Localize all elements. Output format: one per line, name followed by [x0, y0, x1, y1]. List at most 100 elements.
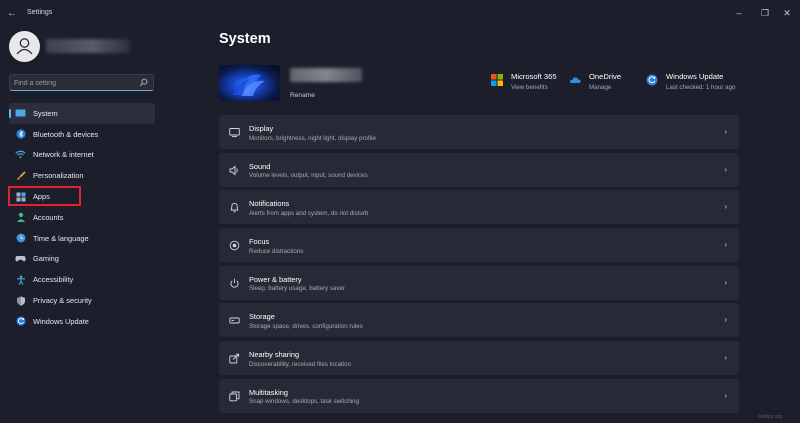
- close-icon[interactable]: ✕: [780, 6, 794, 20]
- card-title: Focus: [249, 237, 270, 247]
- tile-onedrive[interactable]: OneDrive Manage: [569, 72, 621, 93]
- card-nearby-sharing[interactable]: Nearby sharing Discoverability, received…: [219, 341, 739, 376]
- watermark: wintips.org: [758, 414, 782, 420]
- sidebar-item-accessibility[interactable]: Accessibility: [9, 269, 155, 290]
- microsoft-365-icon: [491, 74, 503, 86]
- brush-icon: [15, 170, 26, 181]
- sidebar-item-label: Privacy & security: [33, 296, 92, 306]
- sidebar-item-label: Windows Update: [33, 316, 89, 326]
- display-icon: [229, 128, 240, 138]
- sidebar-item-accounts[interactable]: Accounts: [9, 207, 155, 228]
- tile-title: OneDrive: [589, 72, 622, 81]
- back-arrow-icon[interactable]: ←: [6, 8, 18, 20]
- card-subtitle: Volume levels, output, input, sound devi…: [249, 172, 368, 180]
- chevron-right-icon: ›: [724, 277, 727, 287]
- settings-list: Display Monitors, brightness, night ligh…: [219, 115, 739, 417]
- card-subtitle: Sleep, battery usage, battery saver: [249, 285, 345, 293]
- sidebar-item-bluetooth[interactable]: Bluetooth & devices: [9, 124, 155, 145]
- card-focus[interactable]: Focus Reduce distractions ›: [219, 228, 739, 263]
- card-subtitle: Alerts from apps and system, do not dist…: [249, 209, 369, 217]
- speaker-icon: [229, 165, 238, 176]
- search-box[interactable]: [9, 74, 154, 91]
- tile-title: Windows Update: [666, 72, 724, 81]
- accessibility-icon: [15, 274, 26, 285]
- window-title: Settings: [27, 9, 53, 16]
- card-display[interactable]: Display Monitors, brightness, night ligh…: [219, 115, 739, 149]
- apps-highlight-box: [8, 186, 81, 206]
- sidebar-item-network[interactable]: Network & internet: [9, 145, 155, 166]
- card-title: Storage: [249, 312, 275, 322]
- card-multitasking[interactable]: Multitasking Snap windows, desktops, tas…: [219, 378, 739, 413]
- monitor-icon: [15, 108, 26, 119]
- chevron-right-icon: ›: [724, 164, 727, 174]
- multitask-icon: [229, 391, 240, 402]
- sidebar-item-label: Personalization: [33, 171, 84, 181]
- sidebar-item-label: Accessibility: [33, 275, 74, 285]
- chevron-right-icon: ›: [724, 353, 727, 363]
- chevron-right-icon: ›: [724, 390, 727, 400]
- person-avatar-icon: [16, 38, 33, 55]
- sidebar-item-privacy-security[interactable]: Privacy & security: [9, 290, 155, 311]
- restore-icon[interactable]: ❐: [758, 6, 772, 20]
- card-title: Sound: [249, 161, 271, 171]
- card-title: Notifications: [249, 199, 290, 209]
- sidebar-item-system[interactable]: System: [9, 103, 155, 124]
- card-storage[interactable]: Storage Storage space, drives, configura…: [219, 303, 739, 338]
- shield-icon: [15, 295, 26, 306]
- sidebar-nav: System Bluetooth & devices Network & int…: [9, 103, 155, 332]
- bloom-wallpaper-icon: [233, 74, 265, 96]
- tile-subtitle: Last checked: 1 hour ago: [666, 84, 736, 91]
- person-icon: [15, 212, 26, 223]
- globe-clock-icon: [15, 233, 26, 244]
- tile-windows-update[interactable]: Windows Update Last checked: 1 hour ago: [646, 72, 736, 93]
- card-title: Power & battery: [249, 274, 302, 284]
- card-power-battery[interactable]: Power & battery Sleep, battery usage, ba…: [219, 265, 739, 300]
- device-name-blurred: [290, 68, 362, 82]
- tile-title: Microsoft 365: [511, 72, 557, 81]
- sidebar-item-label: Bluetooth & devices: [33, 129, 99, 139]
- card-subtitle: Storage space, drives, configuration rul…: [249, 322, 363, 330]
- sidebar-item-gaming[interactable]: Gaming: [9, 249, 155, 270]
- update-icon: [15, 316, 26, 327]
- share-icon: [229, 353, 240, 364]
- chevron-right-icon: ›: [724, 240, 727, 250]
- chevron-right-icon: ›: [724, 127, 727, 136]
- search-icon[interactable]: [139, 78, 148, 87]
- card-subtitle: Monitors, brightness, night light, displ…: [249, 134, 376, 142]
- sidebar-item-label: System: [33, 108, 58, 118]
- chevron-right-icon: ›: [724, 315, 727, 325]
- card-title: Multitasking: [249, 387, 289, 397]
- card-title: Nearby sharing: [249, 350, 300, 360]
- card-subtitle: Snap windows, desktops, task switching: [249, 398, 360, 406]
- device-wallpaper-thumbnail: [219, 65, 280, 101]
- avatar[interactable]: [9, 31, 40, 62]
- bluetooth-icon: [15, 129, 26, 140]
- page-title: System: [219, 31, 271, 47]
- sidebar-item-windows-update[interactable]: Windows Update: [9, 311, 155, 332]
- bell-icon: [230, 203, 239, 213]
- sidebar-item-time-language[interactable]: Time & language: [9, 228, 155, 249]
- sidebar-item-label: Gaming: [33, 254, 59, 264]
- tile-subtitle: View benefits: [511, 84, 548, 91]
- card-sound[interactable]: Sound Volume levels, output, input, soun…: [219, 152, 739, 187]
- windows-update-icon: [646, 74, 658, 86]
- search-input[interactable]: [14, 76, 136, 90]
- sidebar-item-personalization[interactable]: Personalization: [9, 165, 155, 186]
- username-blurred: [46, 39, 130, 53]
- card-subtitle: Reduce distractions: [249, 247, 304, 255]
- storage-icon: [229, 317, 240, 324]
- tile-microsoft-365[interactable]: Microsoft 365 View benefits: [491, 72, 557, 93]
- rename-link[interactable]: Rename: [290, 92, 315, 99]
- gamepad-icon: [15, 253, 26, 264]
- sidebar-item-label: Time & language: [33, 233, 89, 243]
- onedrive-cloud-icon: [570, 77, 581, 83]
- chevron-right-icon: ›: [724, 202, 727, 212]
- card-title: Display: [249, 124, 274, 133]
- power-icon: [230, 278, 239, 288]
- card-subtitle: Discoverability, received files location: [249, 360, 352, 368]
- minimize-icon[interactable]: –: [732, 6, 746, 20]
- tile-subtitle: Manage: [589, 84, 612, 91]
- card-notifications[interactable]: Notifications Alerts from apps and syste…: [219, 190, 739, 225]
- sidebar-item-label: Network & internet: [33, 150, 94, 160]
- title-bar: ← Settings – ❐ ✕: [0, 0, 800, 28]
